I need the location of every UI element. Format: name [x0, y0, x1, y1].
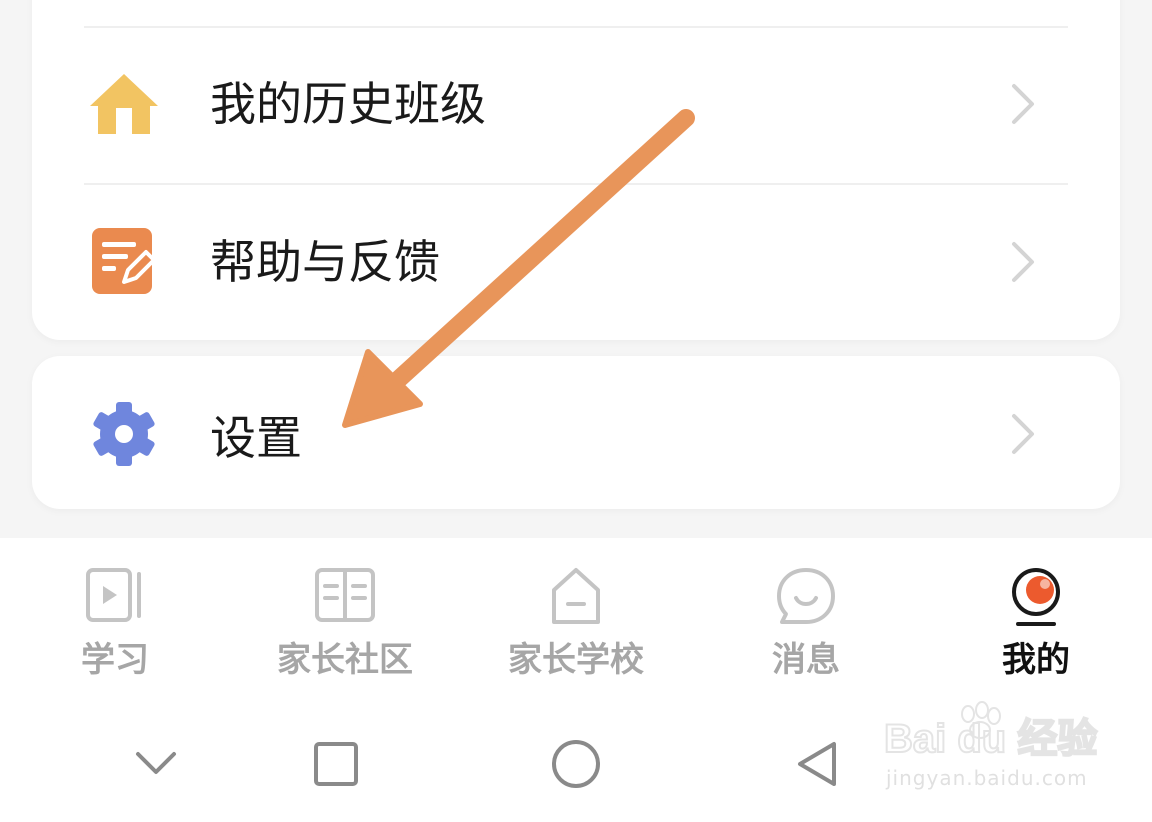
menu-item-label: 我的历史班级	[210, 77, 486, 131]
chevron-down-icon[interactable]	[128, 736, 184, 792]
profile-icon	[1012, 568, 1060, 626]
chevron-right-icon	[1012, 242, 1034, 282]
chevron-right-icon	[1012, 84, 1034, 124]
bottom-tab-bar: 学习 家长社区 家长学校 消息 我的	[0, 538, 1152, 698]
baidu-paw-logo-icon: Bai du 经验	[883, 701, 1098, 762]
tab-messages[interactable]: 消息	[691, 538, 921, 698]
tab-mine[interactable]: 我的	[921, 538, 1151, 698]
open-book-icon	[315, 568, 375, 622]
square-icon[interactable]	[308, 736, 364, 792]
divider	[84, 183, 1068, 185]
divider	[84, 26, 1068, 28]
smile-bubble-icon	[777, 568, 835, 624]
triangle-back-icon[interactable]	[790, 736, 846, 792]
tab-label: 家长社区	[277, 640, 413, 680]
house-icon	[90, 74, 158, 134]
tab-study[interactable]: 学习	[0, 538, 230, 698]
school-house-icon	[552, 568, 600, 624]
menu-item-help-feedback[interactable]: 帮助与反馈	[32, 188, 1120, 338]
menu-item-label: 设置	[210, 411, 302, 465]
tab-label: 学习	[81, 640, 149, 680]
tab-parent-community[interactable]: 家长社区	[230, 538, 460, 698]
menu-item-label: 帮助与反馈	[210, 235, 440, 289]
video-play-icon	[86, 568, 141, 622]
menu-item-settings[interactable]: 设置	[32, 358, 1120, 508]
tab-parent-school[interactable]: 家长学校	[461, 538, 691, 698]
menu-item-history-class[interactable]: 我的历史班级	[32, 30, 1120, 180]
chevron-right-icon	[1012, 414, 1034, 454]
gear-icon	[93, 402, 155, 466]
tab-label: 我的	[1002, 640, 1070, 680]
tab-label: 家长学校	[508, 640, 644, 680]
feedback-note-icon	[92, 228, 156, 294]
tab-label: 消息	[772, 640, 840, 680]
watermark-url: jingyan.baidu.com	[886, 766, 1088, 790]
baidu-watermark: Bai du 经验 jingyan.baidu.com	[880, 700, 1100, 800]
circle-icon[interactable]	[548, 736, 604, 792]
